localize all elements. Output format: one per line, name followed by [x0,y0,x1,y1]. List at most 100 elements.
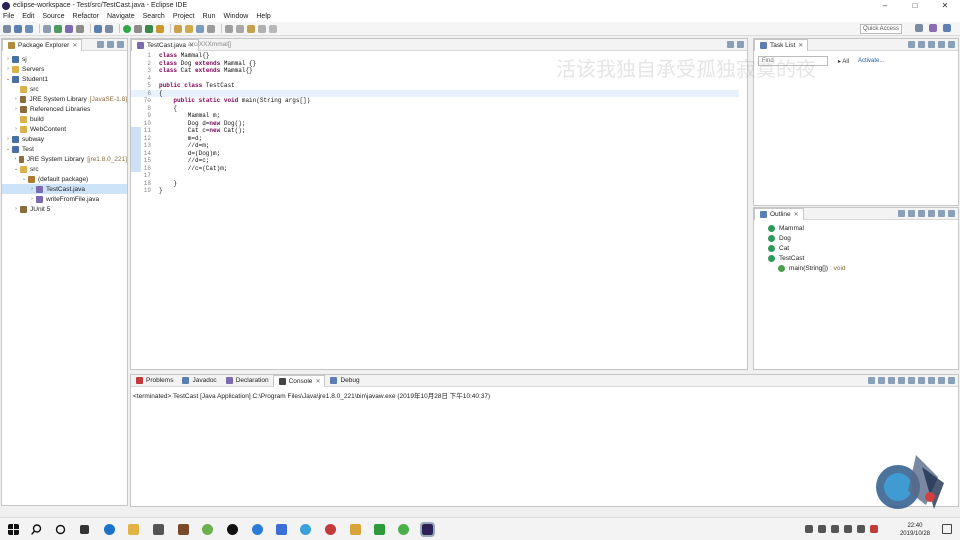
terminate-icon[interactable] [868,377,875,384]
minimize-view-icon[interactable] [938,41,945,48]
coverage-icon[interactable] [145,24,153,33]
minimize-view-icon[interactable] [938,377,945,384]
code-line[interactable]: 7⊖ public static void main(String args[]… [131,97,739,105]
save-all-icon[interactable] [25,24,33,33]
app-icon-2[interactable] [202,524,213,535]
tree-item[interactable]: › subway [2,134,127,144]
code-line[interactable]: 12 m=d; [131,134,739,142]
code-line[interactable]: 11 Cat c=new Cat(); [131,127,739,135]
close-icon[interactable]: ✕ [794,211,799,218]
expand-toggle-icon[interactable]: › [5,66,11,72]
activate-link[interactable]: Activate... [858,58,884,64]
code-line[interactable]: 14 d=(Dog)m; [131,149,739,157]
scroll-lock-icon[interactable] [898,377,905,384]
run-icon[interactable] [123,24,131,33]
file-explorer-icon[interactable] [128,524,139,535]
forward-icon[interactable] [269,24,277,33]
collapse-all-icon[interactable] [97,41,104,48]
ime-icon[interactable] [870,525,878,533]
menu-run[interactable]: Run [203,13,216,20]
tree-item[interactable]: › JRE System Library [JavaSE-1.8] [2,94,127,104]
expand-toggle-icon[interactable]: › [13,206,19,212]
tree-item[interactable]: › Servers [2,64,127,74]
menu-edit[interactable]: Edit [22,13,34,20]
tree-item[interactable]: ⌄ src [2,164,127,174]
windows-start-icon[interactable] [8,524,19,535]
close-icon[interactable]: ✕ [72,42,77,49]
view-menu-icon[interactable] [948,210,955,217]
maximize-view-icon[interactable] [737,41,744,48]
outline-item[interactable]: Mammal [754,223,958,233]
eclipse-taskbar-icon[interactable] [420,522,435,537]
tree-item[interactable]: build [2,114,127,124]
tray-expand-icon[interactable] [805,525,813,533]
menu-search[interactable]: Search [143,13,165,20]
tab-debug[interactable]: Debug [325,375,363,387]
tree-item[interactable]: › sj [2,54,127,64]
app-icon-7[interactable] [350,524,361,535]
expand-toggle-icon[interactable]: › [29,196,35,202]
open-console-icon[interactable] [928,377,935,384]
menu-project[interactable]: Project [173,13,195,20]
new-icon[interactable] [3,24,11,33]
expand-toggle-icon[interactable]: › [5,56,11,62]
open-resource-icon[interactable] [185,24,193,33]
tree-item[interactable]: ⌄ Test [2,144,127,154]
view-menu-icon[interactable] [117,41,124,48]
pin-console-icon[interactable] [908,377,915,384]
app-icon-8[interactable] [374,524,385,535]
expand-toggle-icon[interactable]: ⌄ [21,176,27,182]
close-icon[interactable]: ✕ [315,378,320,385]
tree-item[interactable]: ⌄ (default package) [2,174,127,184]
search-icon[interactable] [196,24,204,33]
tree-item[interactable]: › Referenced Libraries [2,104,127,114]
sort-icon[interactable] [908,210,915,217]
expand-toggle-icon[interactable]: › [5,136,11,142]
outline-item[interactable]: TestCast [754,253,958,263]
new-package-icon[interactable] [54,24,62,33]
maximize-view-icon[interactable] [948,377,955,384]
close-button[interactable]: ✕ [930,1,960,10]
tab-console[interactable]: Console ✕ [272,374,326,387]
tree-item[interactable]: › writeFromFile.java [2,194,127,204]
expand-toggle-icon[interactable]: ⌄ [5,146,11,152]
prev-annotation-icon[interactable] [236,24,244,33]
code-line[interactable]: 15 //d=c; [131,157,739,165]
code-line[interactable]: 19} [131,187,739,195]
display-console-icon[interactable] [918,377,925,384]
app-icon-3[interactable] [252,524,263,535]
menu-window[interactable]: Window [223,13,248,20]
editor-scrollbar[interactable] [740,53,746,369]
tree-item[interactable]: › JUnit 5 [2,204,127,214]
new-task-icon[interactable] [908,41,915,48]
code-line[interactable]: 8 { [131,105,739,113]
app-icon-5[interactable] [300,524,311,535]
next-annotation-icon[interactable] [225,24,233,33]
maximize-button[interactable]: □ [900,1,930,10]
last-edit-icon[interactable] [247,24,255,33]
new-class-icon[interactable] [65,24,73,33]
code-line[interactable]: 6{ [131,89,739,97]
collapse-all-icon[interactable] [898,210,905,217]
expand-toggle-icon[interactable]: › [29,186,35,192]
new-java-project-icon[interactable] [43,24,51,33]
menu-source[interactable]: Source [42,13,64,20]
code-line[interactable]: 5 public class TestCast [131,82,739,90]
menu-navigate[interactable]: Navigate [107,13,135,20]
clock[interactable]: 22:40 2019/10/28 [900,522,930,538]
qq-icon[interactable] [227,524,238,535]
notification-icon[interactable] [942,524,952,534]
expand-toggle-icon[interactable]: ⌄ [13,166,19,172]
expand-toggle-icon[interactable]: ⌄ [5,76,11,82]
run-menu-icon[interactable] [134,24,142,33]
app-icon-9[interactable] [398,524,409,535]
code-line[interactable]: 17 [131,172,739,180]
cortana-icon[interactable] [55,524,66,535]
volume-icon[interactable] [844,525,852,533]
java-perspective-icon[interactable] [943,24,951,32]
toggle-mark-icon[interactable] [207,24,215,33]
app-icon-6[interactable] [325,524,336,535]
external-run-icon[interactable] [156,24,164,33]
link-editor-icon[interactable] [107,41,114,48]
battery-icon[interactable] [857,525,865,533]
